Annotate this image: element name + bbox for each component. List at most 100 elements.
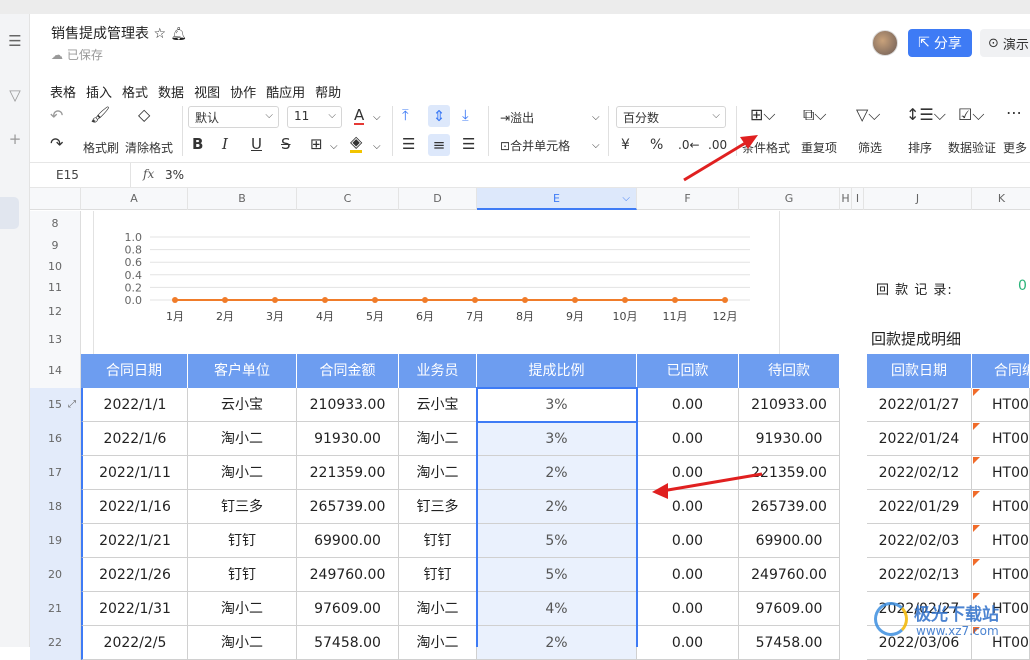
menu-item-format[interactable]: 格式 — [122, 82, 148, 101]
chevron-down-icon[interactable]: ⌵ — [592, 138, 600, 154]
sort-label[interactable]: 排序 — [908, 139, 932, 156]
row-header[interactable]: 12 — [30, 298, 81, 326]
font-size-select[interactable]: 11 ⌵ — [287, 106, 342, 128]
cell-contract-no[interactable]: HT00 — [972, 558, 1030, 592]
cell-customer[interactable]: 云小宝 — [188, 388, 297, 422]
col-header-a[interactable]: A — [81, 188, 188, 210]
filter-nav-icon[interactable]: ▽ — [0, 86, 30, 104]
cell-rate[interactable]: 2% — [477, 490, 637, 524]
header-salesperson[interactable]: 业务员 — [399, 354, 477, 388]
cell-amount[interactable]: 97609.00 — [297, 592, 399, 626]
cell-salesperson[interactable]: 淘小二 — [399, 456, 477, 490]
font-color-icon[interactable]: A — [354, 107, 365, 125]
align-center-icon[interactable]: ≡ — [428, 134, 450, 156]
header-contract-date[interactable]: 合同日期 — [81, 354, 188, 388]
cell-contract-no[interactable]: HT00 — [972, 524, 1030, 558]
cell-amount[interactable]: 69900.00 — [297, 524, 399, 558]
menu-item-table[interactable]: 表格 — [50, 82, 76, 101]
cell-date[interactable]: 2022/1/26 — [81, 558, 188, 592]
cell-salesperson[interactable]: 钉钉 — [399, 524, 477, 558]
cell-rate[interactable]: 3% — [477, 388, 637, 422]
cell-rate[interactable]: 2% — [477, 626, 637, 660]
comment-marker[interactable] — [973, 593, 980, 600]
cell-received[interactable]: 0.00 — [637, 524, 739, 558]
align-bottom-icon[interactable]: ⤓ — [462, 107, 469, 123]
row-header[interactable]: 22 — [30, 626, 81, 660]
col-header-h[interactable]: H — [840, 188, 852, 210]
underline-icon[interactable]: U — [251, 136, 262, 152]
overflow-button[interactable]: ⇥溢出 — [500, 110, 534, 126]
cell-date[interactable]: 2022/1/11 — [81, 456, 188, 490]
row-header[interactable]: 17 — [30, 456, 81, 490]
cell-salesperson[interactable]: 淘小二 — [399, 422, 477, 456]
align-top-icon[interactable]: ⤒ — [402, 107, 409, 123]
menu-item-data[interactable]: 数据 — [158, 82, 184, 101]
cell-amount[interactable]: 249760.00 — [297, 558, 399, 592]
font-select[interactable]: 默认 ⌵ — [188, 106, 279, 128]
chart-data-point[interactable] — [572, 297, 578, 303]
chart-data-point[interactable] — [322, 297, 328, 303]
clear-format-label[interactable]: 清除格式 — [125, 139, 173, 156]
cell-rate[interactable]: 5% — [477, 524, 637, 558]
header-customer[interactable]: 客户单位 — [188, 354, 297, 388]
cell-contract-no[interactable]: HT00 — [972, 456, 1030, 490]
comment-marker[interactable] — [973, 491, 980, 498]
share-button[interactable]: ⇱ 分享 — [908, 29, 972, 57]
header-payment-date[interactable]: 回款日期 — [867, 354, 972, 388]
chart-data-point[interactable] — [222, 297, 228, 303]
cell-salesperson[interactable]: 淘小二 — [399, 592, 477, 626]
col-header-c[interactable]: C — [297, 188, 399, 210]
format-painter-label[interactable]: 格式刷 — [83, 139, 119, 156]
comment-marker[interactable] — [973, 389, 980, 396]
cell-customer[interactable]: 淘小二 — [188, 456, 297, 490]
col-header-k[interactable]: K — [972, 188, 1030, 210]
conditional-format-icon[interactable]: ⊞⌵ — [750, 107, 776, 123]
cell-date[interactable]: 2022/1/16 — [81, 490, 188, 524]
col-header-b[interactable]: B — [188, 188, 297, 210]
row-header[interactable]: 8 — [30, 211, 81, 236]
fill-color-icon[interactable]: ◈ — [350, 134, 363, 153]
duplicates-label[interactable]: 重复项 — [801, 139, 837, 156]
merge-cells-button[interactable]: ⊡合并单元格 — [500, 138, 570, 154]
row-header[interactable]: 13 — [30, 326, 81, 354]
cell-pending[interactable]: 249760.00 — [739, 558, 840, 592]
cell-salesperson[interactable]: 钉钉 — [399, 558, 477, 592]
avatar[interactable] — [872, 30, 898, 56]
cell-pending[interactable]: 97609.00 — [739, 592, 840, 626]
formula-input[interactable]: 3% — [165, 168, 184, 182]
cell-payment-date[interactable]: 2022/01/27 — [867, 388, 972, 422]
cell-date[interactable]: 2022/1/21 — [81, 524, 188, 558]
select-all-corner[interactable] — [30, 188, 81, 210]
col-header-e[interactable]: E ⌵ — [477, 188, 637, 210]
cell-date[interactable]: 2022/1/31 — [81, 592, 188, 626]
chevron-down-icon[interactable]: ⌵ — [592, 110, 600, 126]
eraser-icon[interactable]: ◇ — [138, 107, 150, 123]
row-header[interactable]: 20 — [30, 558, 81, 592]
cell-amount[interactable]: 210933.00 — [297, 388, 399, 422]
row-header[interactable]: 10 — [30, 256, 81, 277]
star-icon[interactable]: ☆ — [153, 26, 166, 42]
nav-selected-item[interactable] — [0, 197, 19, 229]
cell-date[interactable]: 2022/1/6 — [81, 422, 188, 456]
cell-customer[interactable]: 钉三多 — [188, 490, 297, 524]
cell-amount[interactable]: 57458.00 — [297, 626, 399, 660]
cell-amount[interactable]: 265739.00 — [297, 490, 399, 524]
header-contract-no[interactable]: 合同编 — [972, 354, 1030, 388]
cell-rate[interactable]: 2% — [477, 456, 637, 490]
currency-button[interactable]: ¥ — [621, 137, 630, 153]
row-header[interactable]: 18 — [30, 490, 81, 524]
row-header[interactable]: 19 — [30, 524, 81, 558]
cell-reference[interactable]: E15 — [56, 168, 79, 182]
cell-payment-date[interactable]: 2022/02/03 — [867, 524, 972, 558]
italic-icon[interactable]: I — [222, 136, 228, 152]
chevron-down-icon[interactable]: ⌵ — [373, 110, 381, 126]
chart-data-point[interactable] — [622, 297, 628, 303]
expand-icon[interactable]: ⤢ — [68, 388, 76, 422]
align-right-icon[interactable]: ☰ — [462, 136, 475, 152]
cell-amount[interactable]: 91930.00 — [297, 422, 399, 456]
cell-customer[interactable]: 钉钉 — [188, 558, 297, 592]
comment-marker[interactable] — [973, 559, 980, 566]
header-commission-rate[interactable]: 提成比例 — [477, 354, 637, 388]
row-header[interactable]: 9 — [30, 236, 81, 256]
cell-payment-date[interactable]: 2022/02/13 — [867, 558, 972, 592]
